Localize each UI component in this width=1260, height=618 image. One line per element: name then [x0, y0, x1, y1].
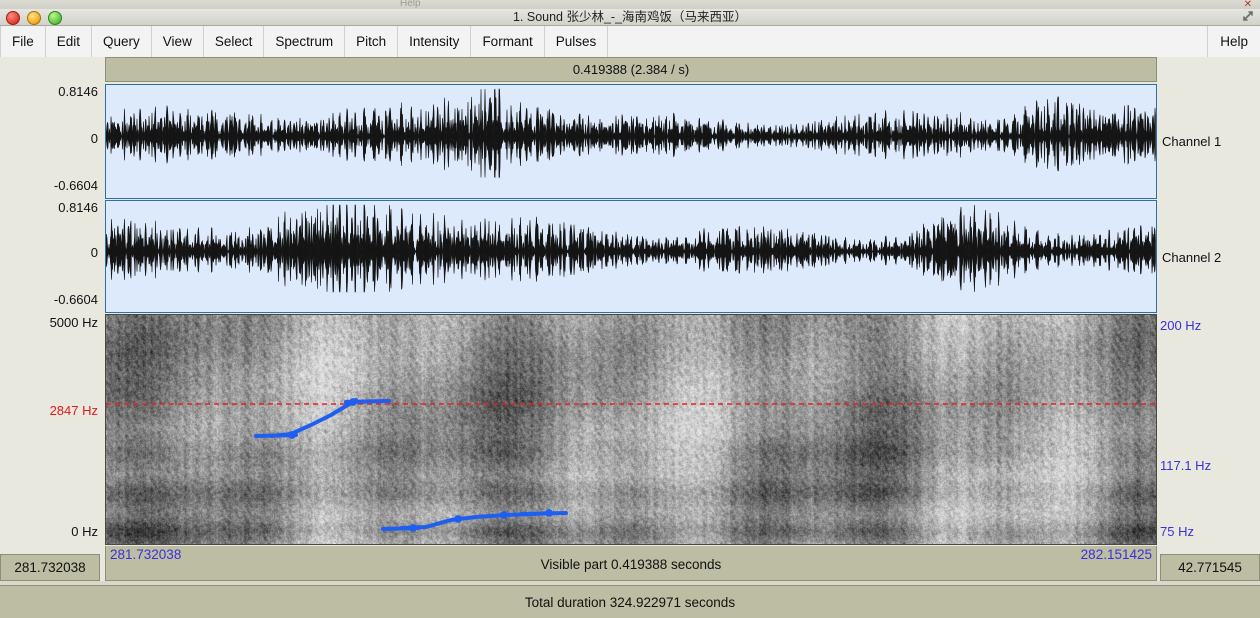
channel-2-max-label: 0.8146 [58, 200, 98, 215]
channel-1-zero-label: 0 [90, 131, 98, 146]
selection-duration-header[interactable]: 0.419388 (2.384 / s) [105, 57, 1157, 82]
menu-edit[interactable]: Edit [46, 26, 93, 57]
menu-bar: File Edit Query View Select Spectrum Pit… [0, 26, 1260, 58]
channel-2-zero-label: 0 [90, 245, 98, 260]
menu-view[interactable]: View [152, 26, 204, 57]
window-title: 1. Sound 张少林_-_海南鸡饭（马来西亚） [512, 10, 748, 24]
resize-diagonal-icon[interactable] [1241, 9, 1255, 23]
menu-spacer [608, 26, 1207, 57]
spectrogram-overlay [106, 398, 1156, 532]
visible-part-label: Visible part 0.419388 seconds [540, 557, 722, 572]
praat-sound-editor-window: Help ✕ 1. Sound 张少林_-_海南鸡饭（马来西亚） File Ed… [0, 0, 1260, 618]
spectrogram-cursor-freq-label: 2847 Hz [49, 403, 98, 418]
waveform-channel-1[interactable] [105, 84, 1157, 199]
menu-intensity[interactable]: Intensity [398, 26, 472, 57]
channel-1-name-label: Channel 1 [1162, 134, 1222, 149]
time-bar[interactable]: 281.732038 282.151425 Visible part 0.419… [105, 546, 1157, 581]
channel-1-max-label: 0.8146 [58, 84, 98, 99]
menu-pulses[interactable]: Pulses [545, 26, 609, 57]
editor-stage: 0.419388 (2.384 / s) 0.8146 0 -0.6604 Ch… [0, 57, 1260, 618]
spectrogram-bottom-freq-label: 0 Hz [71, 524, 98, 539]
channel-1-min-label: -0.6604 [53, 178, 98, 193]
menu-select[interactable]: Select [204, 26, 265, 57]
right-corner-time-box[interactable]: 42.771545 [1160, 554, 1260, 581]
menu-query[interactable]: Query [92, 26, 152, 57]
pitch-top-label: 200 Hz [1160, 318, 1202, 333]
left-corner-time-box[interactable]: 281.732038 [0, 554, 100, 581]
channel-2-name-label: Channel 2 [1162, 250, 1222, 265]
spectrogram-top-freq-label: 5000 Hz [49, 315, 98, 330]
channel-2-min-label: -0.6604 [53, 292, 98, 307]
spectrogram-panel[interactable] [105, 314, 1157, 545]
pitch-track-lower [381, 509, 568, 532]
pitch-bottom-label: 75 Hz [1160, 524, 1194, 539]
title-bar: 1. Sound 张少林_-_海南鸡饭（马来西亚） [0, 9, 1260, 26]
total-duration-bar[interactable]: Total duration 324.922971 seconds [0, 585, 1260, 618]
menu-help[interactable]: Help [1207, 26, 1260, 57]
pitch-cursor-label: 117.1 Hz [1160, 458, 1212, 473]
menu-pitch[interactable]: Pitch [345, 26, 399, 57]
waveform-channel-2[interactable] [105, 200, 1157, 313]
menu-file[interactable]: File [0, 26, 46, 57]
menu-formant[interactable]: Formant [471, 26, 545, 57]
menu-spectrum[interactable]: Spectrum [264, 26, 346, 57]
